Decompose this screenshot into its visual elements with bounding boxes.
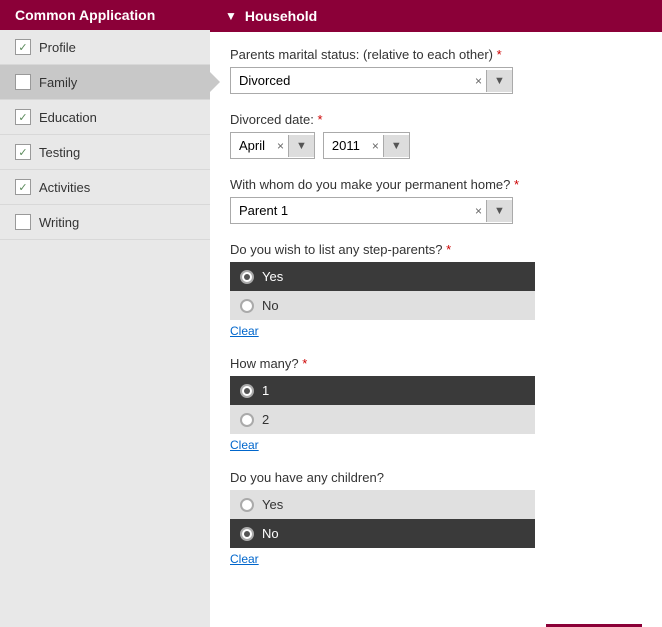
- step-parents-no-option[interactable]: No: [230, 291, 535, 320]
- divorced-year-select[interactable]: 2011 × ▼: [323, 132, 410, 159]
- step-parents-yes-radio-icon: [240, 270, 254, 284]
- divorced-date-group: Divorced date: * April × ▼ 2011 × ▼: [230, 112, 642, 159]
- marital-status-group: Parents marital status: (relative to eac…: [230, 47, 642, 94]
- step-parents-radio-group: Yes No: [230, 262, 535, 320]
- divorced-month-arrow-icon[interactable]: ▼: [288, 135, 314, 157]
- permanent-home-label: With whom do you make your permanent hom…: [230, 177, 642, 192]
- sidebar-item-activities[interactable]: ✓ Activities: [0, 170, 210, 205]
- children-clear-link[interactable]: Clear: [230, 552, 259, 566]
- children-no-label: No: [262, 526, 279, 541]
- how-many-1-radio-icon: [240, 384, 254, 398]
- sidebar-label-profile: Profile: [39, 40, 76, 55]
- step-parents-yes-option[interactable]: Yes: [230, 262, 535, 291]
- form-body: Parents marital status: (relative to eac…: [210, 32, 662, 599]
- sidebar-label-writing: Writing: [39, 215, 79, 230]
- permanent-home-input[interactable]: [231, 198, 471, 223]
- sidebar-item-testing[interactable]: ✓ Testing: [0, 135, 210, 170]
- how-many-2-radio-icon: [240, 413, 254, 427]
- sidebar: Common Application ✓ Profile Family ✓ Ed…: [0, 0, 210, 627]
- how-many-label: How many? *: [230, 356, 642, 371]
- children-radio-group: Yes No: [230, 490, 535, 548]
- sidebar-item-family[interactable]: Family: [0, 65, 210, 100]
- divorced-year-value: 2011: [324, 133, 368, 158]
- children-yes-label: Yes: [262, 497, 283, 512]
- how-many-group: How many? * 1 2 Clear: [230, 356, 642, 452]
- how-many-2-label: 2: [262, 412, 269, 427]
- children-yes-radio-icon: [240, 498, 254, 512]
- sidebar-item-education[interactable]: ✓ Education: [0, 100, 210, 135]
- sidebar-label-testing: Testing: [39, 145, 80, 160]
- how-many-1-option[interactable]: 1: [230, 376, 535, 405]
- divorced-date-row: April × ▼ 2011 × ▼: [230, 132, 642, 159]
- marital-status-label: Parents marital status: (relative to eac…: [230, 47, 642, 62]
- family-check-icon: [15, 74, 31, 90]
- how-many-2-option[interactable]: 2: [230, 405, 535, 434]
- permanent-home-group: With whom do you make your permanent hom…: [230, 177, 642, 224]
- how-many-radio-group: 1 2: [230, 376, 535, 434]
- children-yes-option[interactable]: Yes: [230, 490, 535, 519]
- main-content: ▼ Household Parents marital status: (rel…: [210, 0, 662, 627]
- testing-check-icon: ✓: [15, 144, 31, 160]
- permanent-home-select[interactable]: × ▼: [230, 197, 513, 224]
- step-parents-label: Do you wish to list any step-parents? *: [230, 242, 642, 257]
- divorced-month-value: April: [231, 133, 273, 158]
- permanent-home-arrow-icon[interactable]: ▼: [486, 200, 512, 222]
- step-parents-group: Do you wish to list any step-parents? * …: [230, 242, 642, 338]
- step-parents-no-label: No: [262, 298, 279, 313]
- divorced-month-clear-icon[interactable]: ×: [273, 139, 288, 153]
- marital-status-input[interactable]: [231, 68, 471, 93]
- divorced-month-select[interactable]: April × ▼: [230, 132, 315, 159]
- children-no-radio-icon: [240, 527, 254, 541]
- sidebar-item-writing[interactable]: Writing: [0, 205, 210, 240]
- step-parents-clear-link[interactable]: Clear: [230, 324, 259, 338]
- divorced-date-label: Divorced date: *: [230, 112, 642, 127]
- education-check-icon: ✓: [15, 109, 31, 125]
- children-label: Do you have any children?: [230, 470, 642, 485]
- sidebar-label-activities: Activities: [39, 180, 90, 195]
- step-parents-no-radio-icon: [240, 299, 254, 313]
- sidebar-title: Common Application: [0, 0, 210, 30]
- how-many-1-label: 1: [262, 383, 269, 398]
- how-many-clear-link[interactable]: Clear: [230, 438, 259, 452]
- activities-check-icon: ✓: [15, 179, 31, 195]
- step-parents-yes-label: Yes: [262, 269, 283, 284]
- sidebar-title-text: Common Application: [15, 7, 155, 23]
- children-group: Do you have any children? Yes No Clear: [230, 470, 642, 566]
- children-no-option[interactable]: No: [230, 519, 535, 548]
- sidebar-label-family: Family: [39, 75, 77, 90]
- section-title: Household: [245, 8, 317, 24]
- divorced-year-arrow-icon[interactable]: ▼: [383, 135, 409, 157]
- marital-status-arrow-icon[interactable]: ▼: [486, 70, 512, 92]
- section-header: ▼ Household: [210, 0, 662, 32]
- marital-status-select[interactable]: × ▼: [230, 67, 513, 94]
- footer-actions: Back Continue: [210, 609, 662, 627]
- permanent-home-clear-icon[interactable]: ×: [471, 204, 486, 218]
- divorced-year-clear-icon[interactable]: ×: [368, 139, 383, 153]
- profile-check-icon: ✓: [15, 39, 31, 55]
- marital-status-clear-icon[interactable]: ×: [471, 74, 486, 88]
- sidebar-item-profile[interactable]: ✓ Profile: [0, 30, 210, 65]
- sidebar-label-education: Education: [39, 110, 97, 125]
- triangle-icon: ▼: [225, 9, 237, 23]
- writing-check-icon: [15, 214, 31, 230]
